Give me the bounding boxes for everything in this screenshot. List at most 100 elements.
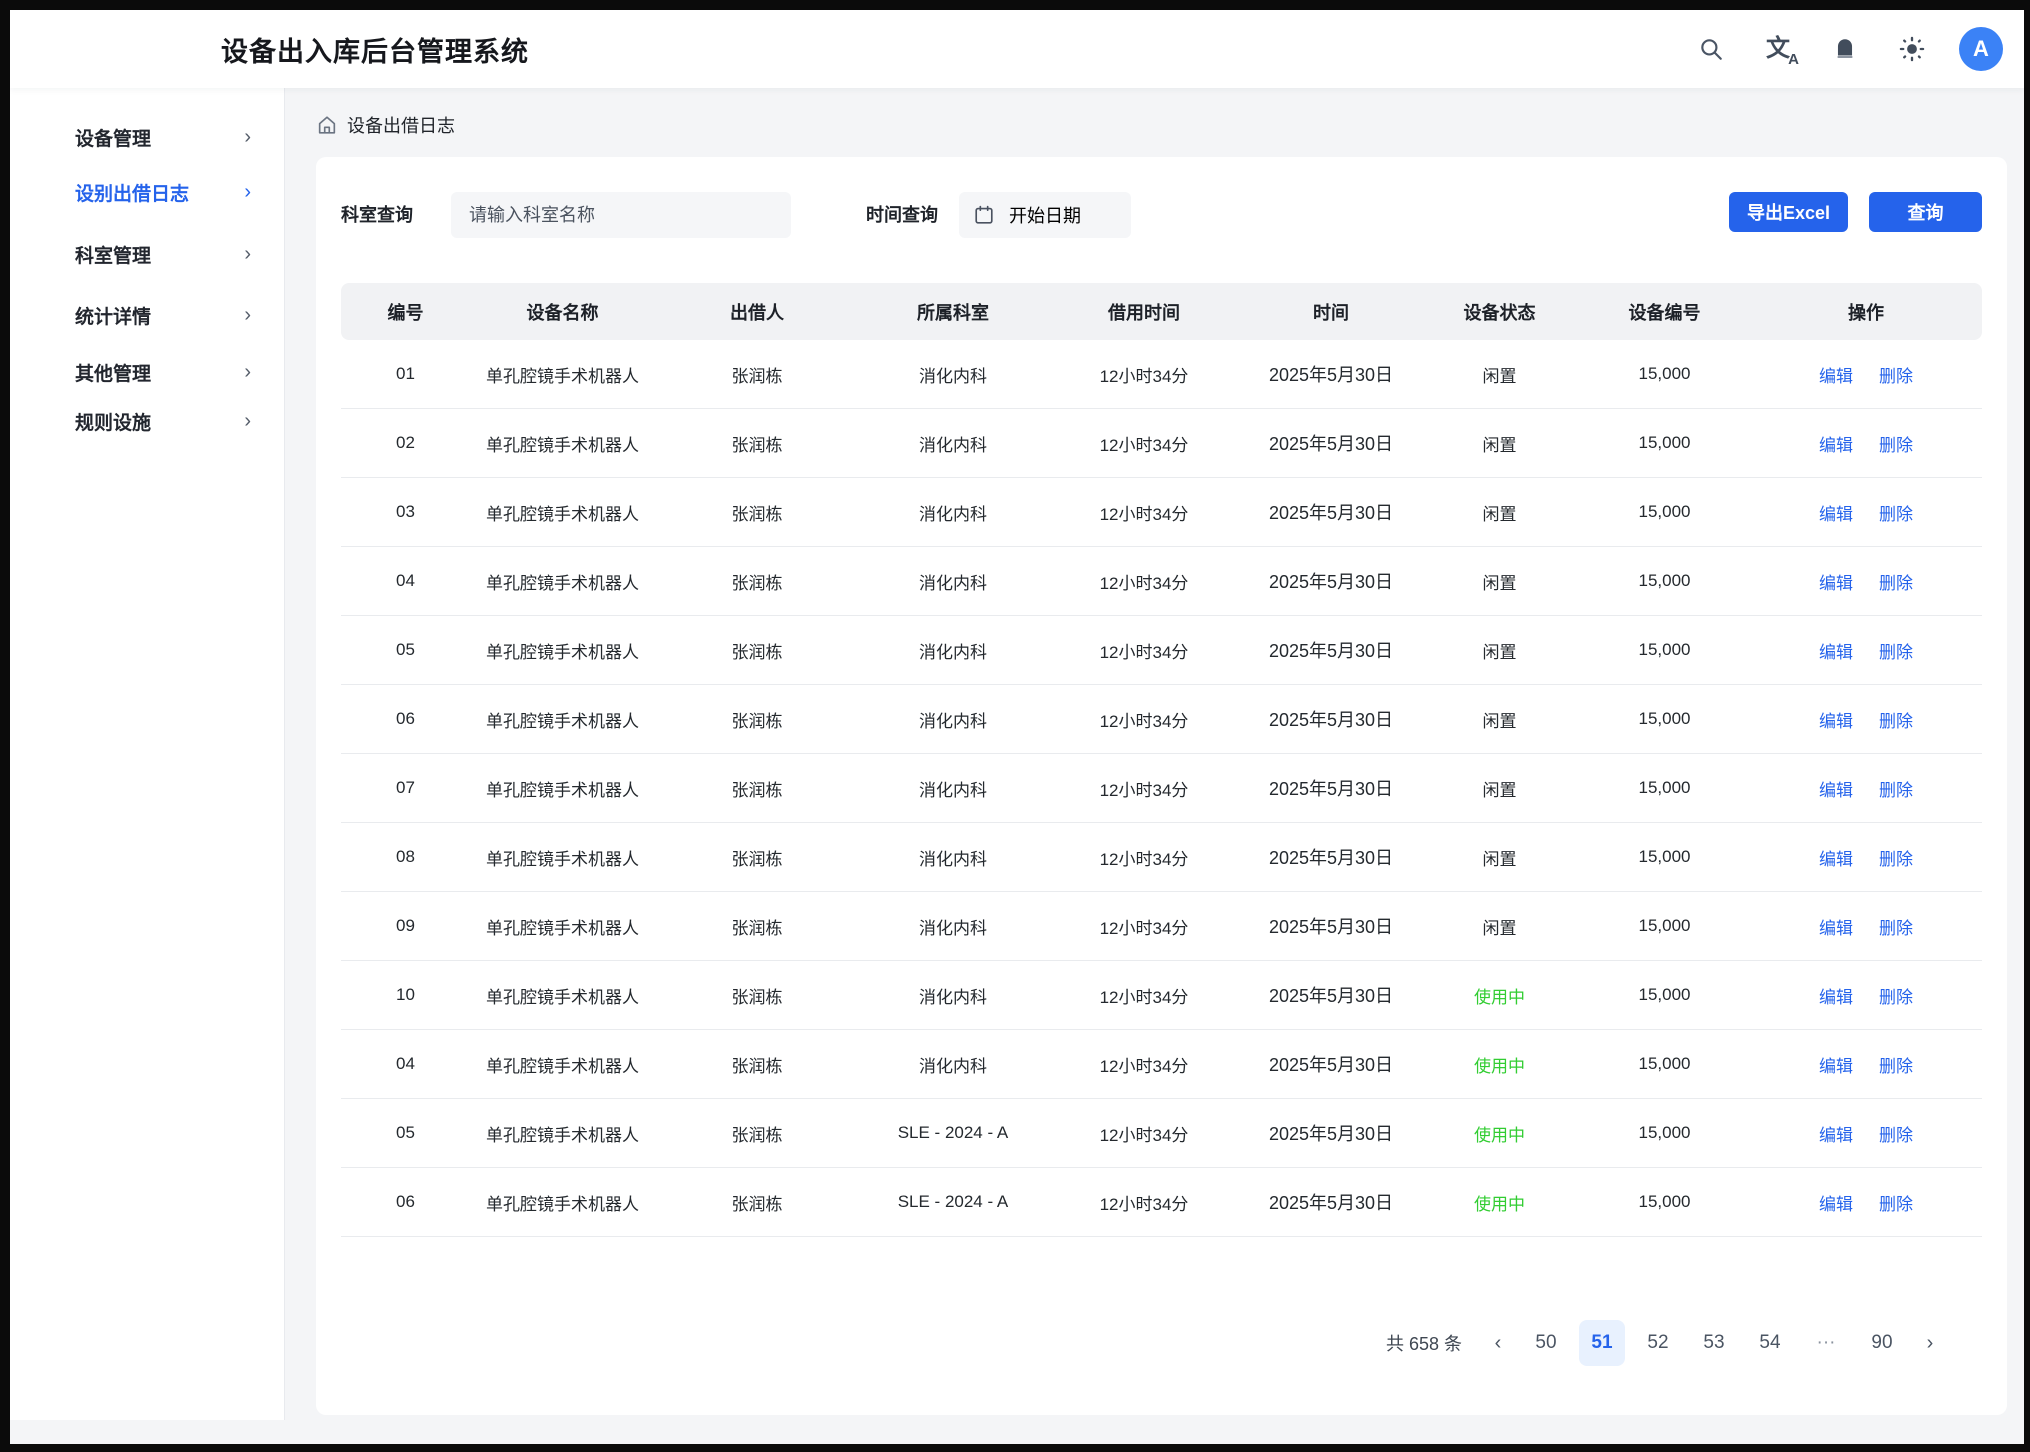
cell-dept: SLE - 2024 - A — [859, 1123, 1047, 1143]
translate-icon[interactable]: 文A — [1755, 26, 1801, 72]
cell-dept: 消化内科 — [859, 707, 1047, 732]
cell-code: 15,000 — [1578, 1123, 1751, 1143]
column-header-4: 借用时间 — [1047, 299, 1241, 325]
delete-link[interactable]: 删除 — [1879, 505, 1913, 524]
notification-icon[interactable] — [1822, 26, 1868, 72]
cell-id: 04 — [341, 1054, 470, 1074]
pagination-page-50[interactable]: 50 — [1523, 1320, 1569, 1366]
delete-link[interactable]: 删除 — [1879, 367, 1913, 386]
cell-name: 单孔腔镜手术机器人 — [470, 776, 655, 801]
table-row: 10单孔腔镜手术机器人张润栋消化内科12小时34分2025年5月30日使用中15… — [341, 961, 1982, 1030]
cell-actions: 编辑 删除 — [1751, 914, 1981, 939]
cell-name: 单孔腔镜手术机器人 — [470, 983, 655, 1008]
delete-link[interactable]: 删除 — [1879, 643, 1913, 662]
cell-id: 03 — [341, 502, 470, 522]
delete-link[interactable]: 删除 — [1879, 574, 1913, 593]
sidebar-item-3[interactable]: 统计详情› — [10, 295, 284, 335]
cell-name: 单孔腔镜手术机器人 — [470, 362, 655, 387]
edit-link[interactable]: 编辑 — [1819, 436, 1853, 455]
cell-lender: 张润栋 — [655, 1121, 859, 1146]
delete-link[interactable]: 删除 — [1879, 1057, 1913, 1076]
calendar-icon — [973, 204, 995, 226]
cell-lender: 张润栋 — [655, 638, 859, 663]
cell-date: 2025年5月30日 — [1241, 844, 1421, 870]
sidebar-item-label: 规则设施 — [75, 408, 151, 435]
cell-status: 闲置 — [1421, 776, 1578, 801]
cell-name: 单孔腔镜手术机器人 — [470, 638, 655, 663]
app-window: 设备出入库后台管理系统 文A — [10, 10, 2024, 1444]
cell-duration: 12小时34分 — [1047, 569, 1241, 594]
sidebar-item-1[interactable]: 设别出借日志› — [10, 172, 284, 212]
table-row: 05单孔腔镜手术机器人张润栋SLE - 2024 - A12小时34分2025年… — [341, 1099, 1982, 1168]
delete-link[interactable]: 删除 — [1879, 712, 1913, 731]
edit-link[interactable]: 编辑 — [1819, 1057, 1853, 1076]
sidebar-item-2[interactable]: 科室管理› — [10, 234, 284, 274]
cell-date: 2025年5月30日 — [1241, 706, 1421, 732]
delete-link[interactable]: 删除 — [1879, 919, 1913, 938]
filter-buttons: 导出Excel 查询 — [1729, 192, 1982, 232]
cell-dept: 消化内科 — [859, 362, 1047, 387]
table-row: 07单孔腔镜手术机器人张润栋消化内科12小时34分2025年5月30日闲置15,… — [341, 754, 1982, 823]
cell-name: 单孔腔镜手术机器人 — [470, 1052, 655, 1077]
sidebar-item-0[interactable]: 设备管理› — [10, 117, 284, 157]
edit-link[interactable]: 编辑 — [1819, 367, 1853, 386]
delete-link[interactable]: 删除 — [1879, 1126, 1913, 1145]
edit-link[interactable]: 编辑 — [1819, 919, 1853, 938]
export-excel-button[interactable]: 导出Excel — [1729, 192, 1848, 232]
cell-id: 06 — [341, 709, 470, 729]
dept-query-label: 科室查询 — [341, 192, 413, 238]
cell-duration: 12小时34分 — [1047, 914, 1241, 939]
pagination-ellipsis: ··· — [1803, 1320, 1849, 1366]
sidebar-item-5[interactable]: 规则设施› — [10, 401, 284, 441]
cell-id: 04 — [341, 571, 470, 591]
cell-name: 单孔腔镜手术机器人 — [470, 500, 655, 525]
pagination-page-54[interactable]: 54 — [1747, 1320, 1793, 1366]
edit-link[interactable]: 编辑 — [1819, 781, 1853, 800]
cell-date: 2025年5月30日 — [1241, 637, 1421, 663]
start-date-picker[interactable]: 开始日期 — [959, 192, 1131, 238]
dept-search-input[interactable] — [451, 192, 791, 238]
pagination-page-53[interactable]: 53 — [1691, 1320, 1737, 1366]
pagination-page-90[interactable]: 90 — [1859, 1320, 1905, 1366]
cell-lender: 张润栋 — [655, 500, 859, 525]
cell-lender: 张润栋 — [655, 569, 859, 594]
edit-link[interactable]: 编辑 — [1819, 1126, 1853, 1145]
edit-link[interactable]: 编辑 — [1819, 574, 1853, 593]
edit-link[interactable]: 编辑 — [1819, 988, 1853, 1007]
delete-link[interactable]: 删除 — [1879, 781, 1913, 800]
pagination-prev-icon[interactable]: ‹ — [1478, 1320, 1518, 1366]
pagination: 共 658 条 ‹ 5051525354···90 › — [341, 1320, 1950, 1366]
pagination-page-52[interactable]: 52 — [1635, 1320, 1681, 1366]
table-row: 06单孔腔镜手术机器人张润栋SLE - 2024 - A12小时34分2025年… — [341, 1168, 1982, 1237]
cell-duration: 12小时34分 — [1047, 1190, 1241, 1215]
table-body: 01单孔腔镜手术机器人张润栋消化内科12小时34分2025年5月30日闲置15,… — [341, 340, 1982, 1237]
cell-code: 15,000 — [1578, 709, 1751, 729]
edit-link[interactable]: 编辑 — [1819, 643, 1853, 662]
avatar[interactable]: A — [1958, 26, 2004, 72]
query-button[interactable]: 查询 — [1869, 192, 1982, 232]
sidebar-item-4[interactable]: 其他管理› — [10, 352, 284, 392]
cell-lender: 张润栋 — [655, 707, 859, 732]
edit-link[interactable]: 编辑 — [1819, 850, 1853, 869]
cell-date: 2025年5月30日 — [1241, 361, 1421, 387]
edit-link[interactable]: 编辑 — [1819, 712, 1853, 731]
pagination-total: 共 658 条 — [1386, 1330, 1462, 1356]
delete-link[interactable]: 删除 — [1879, 988, 1913, 1007]
cell-code: 15,000 — [1578, 640, 1751, 660]
cell-date: 2025年5月30日 — [1241, 1189, 1421, 1215]
edit-link[interactable]: 编辑 — [1819, 505, 1853, 524]
home-icon[interactable] — [316, 114, 338, 136]
cell-date: 2025年5月30日 — [1241, 568, 1421, 594]
cell-duration: 12小时34分 — [1047, 431, 1241, 456]
cell-name: 单孔腔镜手术机器人 — [470, 1190, 655, 1215]
delete-link[interactable]: 删除 — [1879, 850, 1913, 869]
delete-link[interactable]: 删除 — [1879, 436, 1913, 455]
brightness-icon[interactable] — [1889, 26, 1935, 72]
delete-link[interactable]: 删除 — [1879, 1195, 1913, 1214]
pagination-next-icon[interactable]: › — [1910, 1320, 1950, 1366]
search-icon[interactable] — [1688, 26, 1734, 72]
pagination-page-51[interactable]: 51 — [1579, 1320, 1625, 1366]
edit-link[interactable]: 编辑 — [1819, 1195, 1853, 1214]
content-panel: 科室查询 时间查询 开始日期 — [316, 157, 2007, 1415]
column-header-3: 所属科室 — [859, 299, 1047, 325]
